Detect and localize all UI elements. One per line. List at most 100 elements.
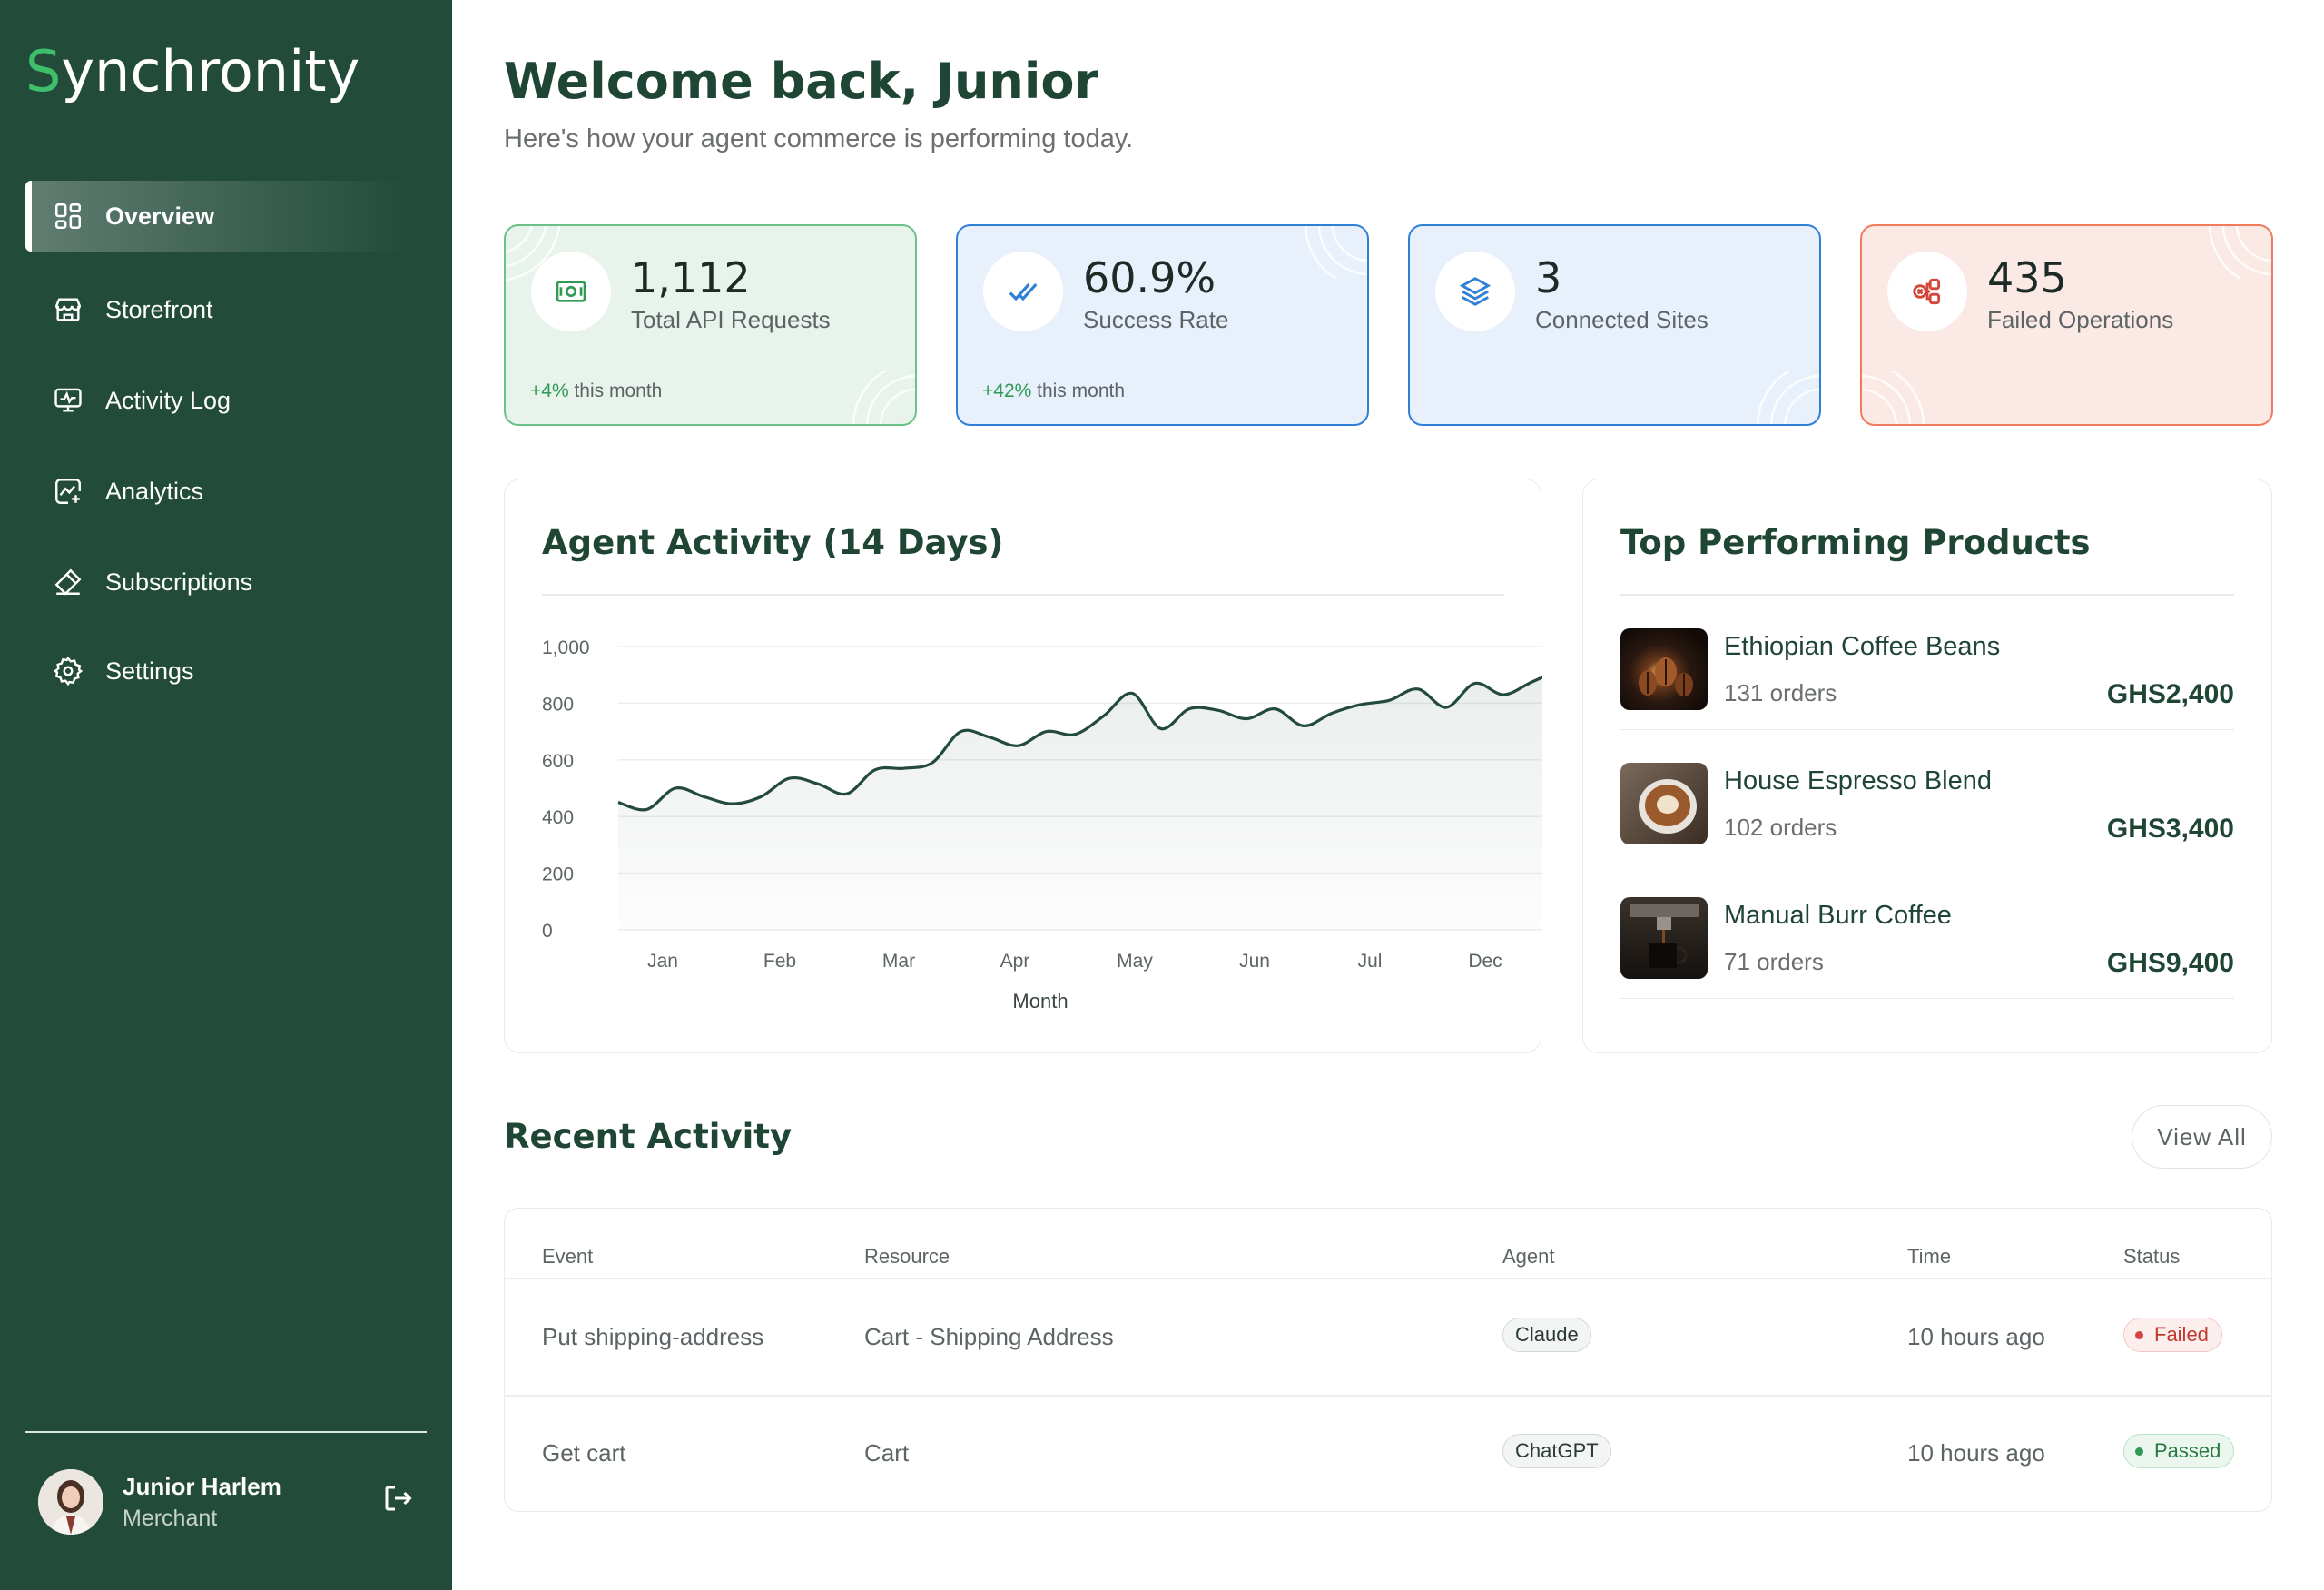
table-row[interactable]: Put shipping-address Cart - Shipping Add… <box>505 1279 2271 1396</box>
agent-badge: ChatGPT <box>1502 1434 1611 1468</box>
column-header-agent[interactable]: Agent <box>1502 1245 1555 1269</box>
sidebar-item-activity-log[interactable]: Activity Log <box>25 365 416 436</box>
x-tick-label: Dec <box>1468 951 1502 972</box>
products-title: Top Performing Products <box>1620 523 2091 562</box>
column-header-event[interactable]: Event <box>542 1245 593 1269</box>
stat-card-success-rate[interactable]: 60.9% Success Rate +42% this month <box>956 224 1369 426</box>
sidebar-item-overview[interactable]: Overview <box>25 181 416 252</box>
product-image-espresso <box>1620 763 1708 844</box>
product-price: GHS9,400 <box>2106 948 2234 978</box>
product-orders: 71 orders <box>1724 948 1824 975</box>
product-orders: 131 orders <box>1724 679 1837 706</box>
column-header-resource[interactable]: Resource <box>864 1245 950 1269</box>
x-tick-label: Jul <box>1358 951 1383 972</box>
sidebar-item-label: Storefront <box>105 295 213 323</box>
time-cell: 10 hours ago <box>1907 1439 2045 1467</box>
logout-icon[interactable] <box>381 1482 418 1518</box>
user-role: Merchant <box>123 1506 218 1531</box>
stat-label: Success Rate <box>1083 306 1229 333</box>
x-tick-label: Feb <box>763 951 796 972</box>
sidebar-item-label: Activity Log <box>105 386 231 414</box>
product-price: GHS2,400 <box>2106 679 2234 709</box>
analytics-icon <box>51 474 85 509</box>
layers-icon <box>1435 252 1515 331</box>
product-image-coffee-beans <box>1620 628 1708 710</box>
x-tick-label: Jun <box>1239 951 1270 972</box>
stat-card-failed-operations[interactable]: 435 Failed Operations <box>1860 224 2273 426</box>
product-orders: 102 orders <box>1724 814 1837 841</box>
x-tick-label: May <box>1117 951 1153 972</box>
double-check-icon <box>983 252 1063 331</box>
user-profile: Junior Harlem Merchant <box>38 1469 419 1536</box>
y-tick-label: 200 <box>542 864 574 885</box>
resource-cell: Cart - Shipping Address <box>864 1323 1114 1350</box>
error-nodes-icon <box>1887 252 1967 331</box>
sidebar-item-analytics[interactable]: Analytics <box>25 456 416 527</box>
stat-value: 1,112 <box>631 253 751 302</box>
y-tick-label: 400 <box>542 807 574 828</box>
product-item[interactable]: Manual Burr Coffee 71 orders GHS9,400 <box>1620 864 2234 999</box>
sidebar-item-label: Settings <box>105 657 194 685</box>
stat-label: Connected Sites <box>1535 306 1709 333</box>
stat-label: Total API Requests <box>631 306 831 333</box>
status-dot-icon <box>2135 1330 2143 1339</box>
user-name: Junior Harlem <box>123 1473 281 1500</box>
grid-icon <box>51 199 85 233</box>
product-name: Manual Burr Coffee <box>1724 901 1952 930</box>
gear-icon <box>51 654 85 688</box>
product-name: House Espresso Blend <box>1724 766 1992 795</box>
table-row[interactable]: Get cart Cart ChatGPT 10 hours ago Passe… <box>505 1396 2271 1512</box>
resource-cell: Cart <box>864 1439 910 1467</box>
view-all-button[interactable]: View All <box>2132 1105 2272 1169</box>
x-tick-label: Apr <box>1000 951 1030 972</box>
avatar[interactable] <box>38 1469 103 1535</box>
top-products-card: Top Performing Products Ethiopian Coffee… <box>1582 479 2272 1053</box>
stat-value: 3 <box>1535 253 1562 302</box>
product-name: Ethiopian Coffee Beans <box>1724 632 2001 661</box>
time-cell: 10 hours ago <box>1907 1323 2045 1350</box>
recent-activity-table: Event Resource Agent Time Status Put shi… <box>504 1208 2272 1512</box>
stat-card-connected-sites[interactable]: 3 Connected Sites <box>1408 224 1821 426</box>
y-tick-label: 1,000 <box>542 637 590 658</box>
sidebar-item-label: Analytics <box>105 477 204 505</box>
stat-label: Failed Operations <box>1987 306 2174 333</box>
x-axis-title: Month <box>1012 990 1068 1012</box>
status-badge: Passed <box>2123 1434 2235 1468</box>
column-header-status[interactable]: Status <box>2123 1245 2180 1269</box>
y-tick-label: 800 <box>542 694 574 715</box>
recent-activity-title: Recent Activity <box>504 1117 793 1156</box>
page-title: Welcome back, Junior <box>504 53 1099 110</box>
sidebar-divider <box>25 1431 427 1433</box>
sidebar-item-label: Subscriptions <box>105 568 253 596</box>
sidebar-item-storefront[interactable]: Storefront <box>25 274 416 345</box>
status-badge: Failed <box>2123 1318 2222 1352</box>
storefront-icon <box>51 292 85 327</box>
y-tick-label: 0 <box>542 921 553 942</box>
page-subtitle: Here's how your agent commerce is perfor… <box>504 124 1134 153</box>
x-tick-label: Mar <box>882 951 915 972</box>
sidebar-item-settings[interactable]: Settings <box>25 636 416 706</box>
sidebar-item-label: Overview <box>105 202 215 230</box>
product-item[interactable]: House Espresso Blend 102 orders GHS3,400 <box>1620 730 2234 864</box>
stat-value: 435 <box>1987 253 2067 302</box>
event-cell: Get cart <box>542 1439 626 1467</box>
status-dot-icon <box>2135 1447 2143 1456</box>
ticket-icon <box>51 565 85 599</box>
app-logo[interactable]: Synchronity <box>25 38 359 104</box>
monitor-activity-icon <box>51 383 85 418</box>
stat-value: 60.9% <box>1083 253 1216 302</box>
event-cell: Put shipping-address <box>542 1323 764 1350</box>
sidebar: Synchronity Overview Storefront Activity… <box>0 0 452 1590</box>
product-item[interactable]: Ethiopian Coffee Beans 131 orders GHS2,4… <box>1620 596 2234 730</box>
stat-change: +42% this month <box>982 380 1126 401</box>
y-tick-label: 600 <box>542 751 574 772</box>
stat-card-api-requests[interactable]: 1,112 Total API Requests +4% this month <box>504 224 917 426</box>
stat-change: +4% this month <box>530 380 663 401</box>
money-icon <box>531 252 611 331</box>
sidebar-item-subscriptions[interactable]: Subscriptions <box>25 547 416 617</box>
activity-chart: 0 200 400 600 800 1,000 Jan Feb Mar Apr May Jun Jul D… <box>542 637 1542 1012</box>
column-header-time[interactable]: Time <box>1907 1245 1951 1269</box>
agent-activity-card: Agent Activity (14 Days) 0 200 400 600 800 1,… <box>504 479 1542 1053</box>
main-content: Welcome back, Junior Here's how your age… <box>452 0 2324 1590</box>
product-image-burr-coffee <box>1620 897 1708 979</box>
